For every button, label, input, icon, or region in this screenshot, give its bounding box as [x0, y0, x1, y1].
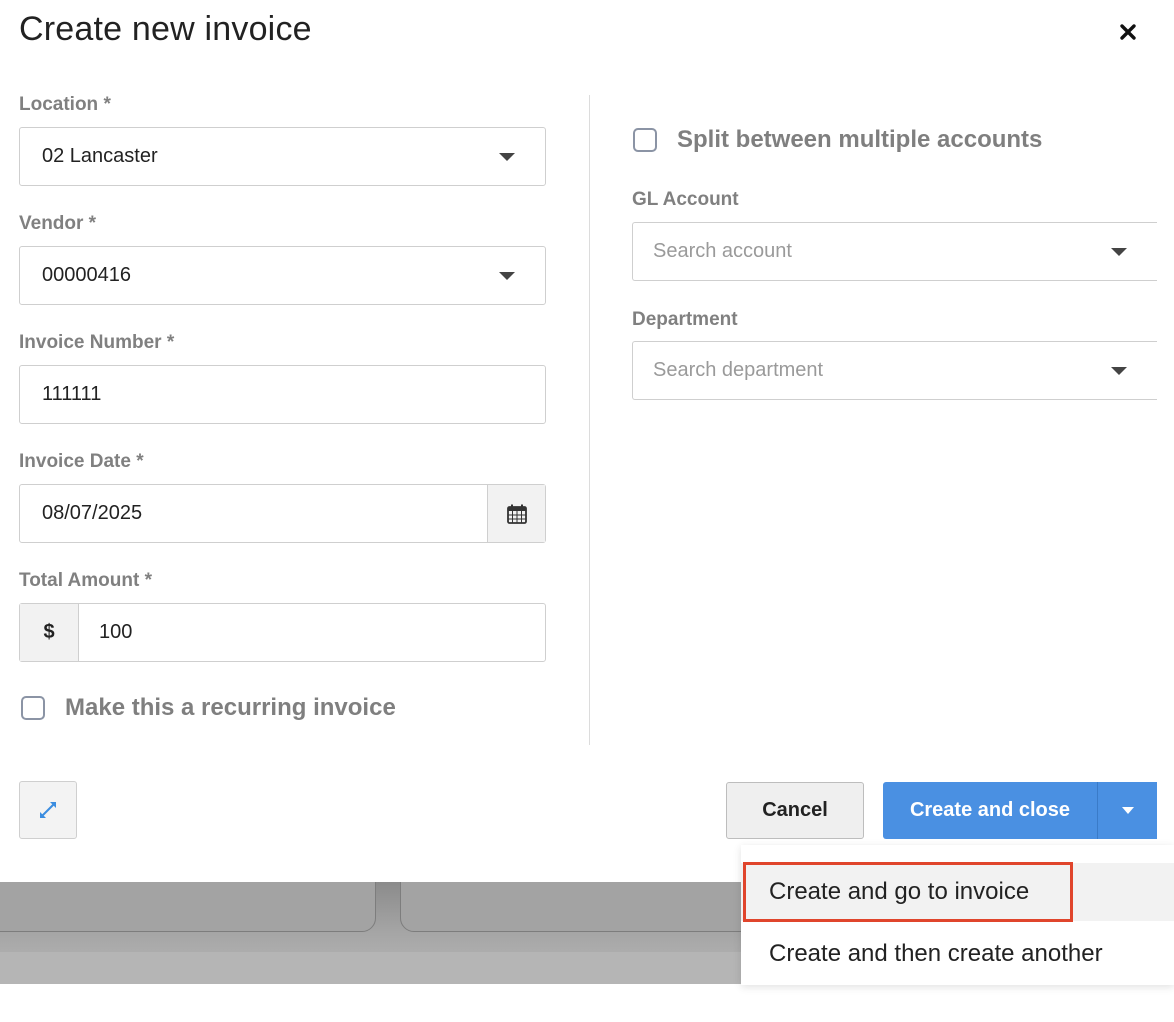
split-accounts-toggle[interactable]: Split between multiple accounts [633, 126, 1042, 154]
close-icon[interactable] [1114, 18, 1142, 46]
split-label: Split between multiple accounts [677, 126, 1043, 153]
location-select[interactable]: 02 Lancaster [19, 127, 546, 186]
total-amount-value: 100 [99, 621, 133, 643]
create-invoice-modal: Create new invoice Location * 02 Lancast… [0, 0, 1174, 882]
gl-account-label: GL Account [632, 189, 739, 210]
vendor-label: Vendor * [19, 213, 97, 234]
department-placeholder: Search department [653, 359, 824, 381]
recurring-invoice-toggle[interactable]: Make this a recurring invoice [21, 694, 396, 722]
invoice-date-label: Invoice Date * [19, 451, 144, 472]
create-options-menu: Create and go to invoice Create and then… [741, 845, 1174, 985]
currency-symbol: $ [20, 604, 79, 661]
location-label: Location * [19, 94, 111, 115]
chevron-down-icon [499, 271, 515, 280]
calendar-icon[interactable] [487, 485, 545, 542]
vendor-select[interactable]: 00000416 [19, 246, 546, 305]
column-divider [589, 95, 590, 745]
total-amount-input[interactable]: $ 100 [19, 603, 546, 662]
recurring-checkbox[interactable] [21, 696, 45, 720]
create-options-dropdown-button[interactable] [1097, 782, 1157, 839]
invoice-number-value: 111111 [42, 383, 102, 405]
invoice-number-label: Invoice Number * [19, 332, 175, 353]
invoice-date-input[interactable]: 08/07/2025 [19, 484, 546, 543]
location-value: 02 Lancaster [42, 145, 158, 167]
modal-title: Create new invoice [19, 10, 312, 48]
vendor-value: 00000416 [42, 264, 131, 286]
create-and-close-button[interactable]: Create and close [883, 782, 1097, 839]
department-label: Department [632, 309, 738, 330]
split-checkbox[interactable] [633, 128, 657, 152]
chevron-down-icon [1111, 247, 1127, 256]
caret-down-icon [1121, 807, 1134, 814]
invoice-date-value: 08/07/2025 [42, 502, 143, 524]
gl-account-select[interactable]: Search account [632, 222, 1157, 281]
total-amount-label: Total Amount * [19, 570, 152, 591]
menu-item-create-another[interactable]: Create and then create another [741, 925, 1174, 983]
recurring-label: Make this a recurring invoice [65, 694, 396, 721]
background-card [400, 880, 762, 932]
expand-button[interactable] [19, 781, 77, 839]
expand-icon [40, 802, 56, 818]
menu-item-create-and-go[interactable]: Create and go to invoice [741, 863, 1174, 921]
background-card [0, 880, 376, 932]
chevron-down-icon [1111, 366, 1127, 375]
department-select[interactable]: Search department [632, 341, 1157, 400]
gl-account-placeholder: Search account [653, 240, 792, 262]
cancel-button[interactable]: Cancel [726, 782, 864, 839]
chevron-down-icon [499, 152, 515, 161]
invoice-number-input[interactable]: 111111 [19, 365, 546, 424]
